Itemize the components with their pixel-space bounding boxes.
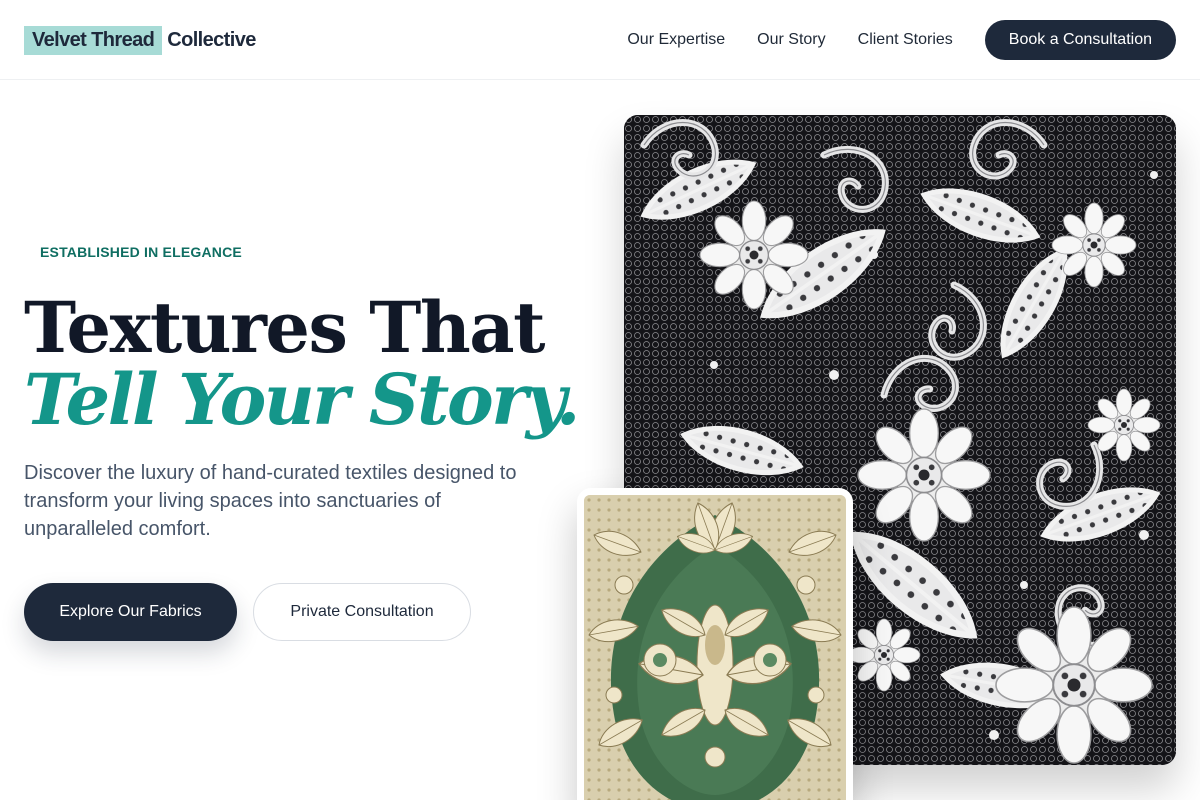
brand-logo-text: Collective <box>167 28 256 51</box>
hero-lead-text: Discover the luxury of hand-curated text… <box>24 462 517 540</box>
brand-logo[interactable]: Velvet Thread Collective <box>24 24 256 56</box>
damask-fabric-card <box>577 488 853 800</box>
explore-fabrics-button[interactable]: Explore Our Fabrics <box>24 583 237 641</box>
hero-headline: Textures That Tell Your Story. <box>24 286 580 441</box>
nav-link-our-expertise[interactable]: Our Expertise <box>627 31 725 49</box>
site-header: Velvet Thread Collective Our Expertise O… <box>0 0 1200 80</box>
hero-eyebrow: ESTABLISHED IN ELEGANCE <box>40 244 242 260</box>
main-nav: Our Expertise Our Story Client Stories B… <box>627 20 1176 60</box>
hero-headline-line1: Textures That <box>24 286 545 369</box>
nav-link-client-stories[interactable]: Client Stories <box>858 31 953 49</box>
book-consultation-button[interactable]: Book a Consultation <box>984 20 1176 60</box>
brand-logo-highlight: Velvet Thread <box>24 25 163 55</box>
hero-headline-line2: Tell Your Story. <box>24 358 580 441</box>
private-consultation-button[interactable]: Private Consultation <box>253 583 471 641</box>
nav-link-our-story[interactable]: Our Story <box>757 31 825 49</box>
damask-fabric-image <box>584 495 846 800</box>
